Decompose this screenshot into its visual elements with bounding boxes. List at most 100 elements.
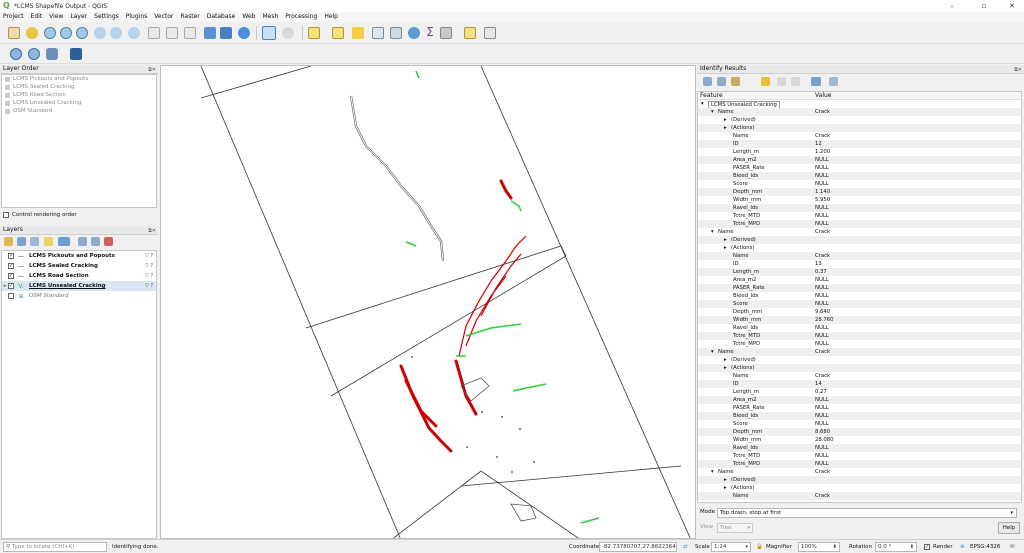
layer-checkbox[interactable] [8,293,14,299]
toolbox-gear-icon[interactable] [408,27,420,39]
filter-legend-icon[interactable] [44,237,53,246]
filter-indicator-icon[interactable]: ▽ ? [145,263,153,269]
attribute-row[interactable]: PASER_Rate NULL [698,284,1021,292]
layer-checkbox[interactable]: ✓ [8,273,14,279]
expand-tree-icon[interactable] [703,77,712,86]
menu-raster[interactable]: Raster [180,12,199,22]
attribute-row[interactable]: Ravel_Ids NULL [698,324,1021,332]
attribute-row[interactable]: Depth_mm 1.140 [698,188,1021,196]
add-group-icon[interactable] [17,237,26,246]
deselect-icon[interactable] [352,27,364,39]
actions-row[interactable]: ▸ (Actions) [698,364,1021,372]
menu-layer[interactable]: Layer [70,12,87,22]
actions-row[interactable]: ▸ (Actions) [698,124,1021,132]
layer-row-osm[interactable]: ⊞ OSM Standard [2,291,156,301]
copy-feature-icon[interactable] [777,77,786,86]
attribute-row[interactable]: Name Crack [698,132,1021,140]
maximize-button[interactable]: ▫ [972,0,996,12]
attribute-row[interactable]: Bleed_Ids NULL [698,172,1021,180]
derived-row[interactable]: ▸ (Derived) [698,356,1021,364]
layer-row-unsealed[interactable]: ▸ ✓ V. LCMS Unsealed Cracking ▽ ? [2,281,156,291]
attribute-row[interactable]: ID 13 [698,260,1021,268]
help-button[interactable]: Help [998,522,1020,534]
menu-plugins[interactable]: Plugins [126,12,148,22]
print-icon[interactable] [791,77,800,86]
panel-float-close-icon[interactable]: ⧉✕ [148,227,156,235]
expand-new-icon[interactable] [731,77,740,86]
map-svg[interactable] [161,66,696,539]
text-annotation-icon[interactable] [484,27,496,39]
attribute-row[interactable]: Name Crack [698,372,1021,380]
feature-row[interactable]: ▾ Name Crack [698,228,1021,236]
layer-row-sealed[interactable]: ✓ — LCMS Sealed Cracking ▽ ? [2,261,156,271]
attribute-row[interactable]: Name Crack [698,492,1021,500]
lock-scale-icon[interactable]: 🔒 [756,540,763,553]
scale-field[interactable]: 1:24 ▾ [711,542,751,552]
attribute-row[interactable]: Tctre_MPD NULL [698,340,1021,348]
column-value-header[interactable]: Value [815,92,831,100]
expand-arrow-icon[interactable]: ▸ [724,124,727,132]
layer-checkbox[interactable]: ✓ [8,253,14,259]
attribute-row[interactable]: Name Crack [698,252,1021,260]
attribute-row[interactable]: Bleed_Ids NULL [698,292,1021,300]
mode-select[interactable]: Top down, stop at first ▾ [717,508,1017,518]
crs-label[interactable]: EPSG:4326 [970,540,1000,553]
attribute-row[interactable]: Tctre_MTD NULL [698,452,1021,460]
list-item[interactable]: LCMS Sealed Cracking [2,83,156,91]
identify-settings-icon[interactable] [829,77,838,86]
filter-indicator-icon[interactable]: ▽ ? [145,273,153,279]
plugin-zoom-b-icon[interactable] [28,48,40,60]
feature-row[interactable]: ▾ Name Crack [698,468,1021,476]
pan-icon[interactable] [8,27,20,39]
plugin-zoom-a-icon[interactable] [10,48,22,60]
attribute-row[interactable]: Score NULL [698,420,1021,428]
menu-web[interactable]: Web [242,12,255,22]
attribute-row[interactable]: Score NULL [698,180,1021,188]
select-by-value-icon[interactable] [332,27,344,39]
magnifier-field[interactable]: 100% ⬍ [798,542,840,552]
menu-edit[interactable]: Edit [31,12,43,22]
attribute-row[interactable]: Tctre_MPD NULL [698,220,1021,228]
filter-indicator-icon[interactable]: ▽ ? [145,283,153,289]
collapse-tree-icon[interactable] [717,77,726,86]
expand-arrow-icon[interactable]: ▸ [724,484,727,492]
panel-float-close-icon[interactable]: ⧉✕ [1014,66,1022,74]
attribute-row[interactable]: Length_m 0.27 [698,388,1021,396]
list-item[interactable]: LCMS Pickouts and Popouts [2,75,156,83]
new-map-view-icon[interactable] [204,27,216,39]
view-select[interactable]: Tree ▾ [717,523,753,533]
attribute-table-icon[interactable] [372,27,384,39]
derived-row[interactable]: ▸ (Derived) [698,476,1021,484]
expand-all-icon[interactable] [78,237,87,246]
zoom-last-icon[interactable] [166,27,178,39]
menu-project[interactable]: Project [3,12,24,22]
measure-line-icon[interactable] [440,27,452,39]
collapse-arrow-icon[interactable]: ▾ [711,228,714,236]
zoom-selection-icon[interactable] [110,27,122,39]
open-styling-icon[interactable] [4,237,13,246]
map-canvas[interactable] [160,65,696,539]
render-checkbox[interactable]: ✓ [924,544,930,550]
statistics-sigma-icon[interactable]: Σ [424,26,436,38]
coordinate-field[interactable]: -82.73780707,27.86223645 [599,542,677,552]
zoom-native-icon[interactable] [148,27,160,39]
feature-row[interactable]: ▾ Name Crack [698,348,1021,356]
messages-icon[interactable]: ✉ [1010,540,1015,553]
attribute-row[interactable]: Length_m 1.200 [698,148,1021,156]
list-item[interactable]: LCMS Unsealed Cracking [2,99,156,107]
menu-view[interactable]: View [49,12,63,22]
attribute-row[interactable]: ID 14 [698,380,1021,388]
layer-result-row[interactable]: ▾ LCMS Unsealed Cracking [698,100,1021,109]
attribute-row[interactable]: Area_m2 NULL [698,276,1021,284]
zoom-out-icon[interactable] [60,27,72,39]
zoom-full-icon[interactable] [94,27,106,39]
derived-row[interactable]: ▸ (Derived) [698,236,1021,244]
menu-settings[interactable]: Settings [94,12,119,22]
attribute-row[interactable]: Area_m2 NULL [698,396,1021,404]
actions-row[interactable]: ▸ (Actions) [698,244,1021,252]
menu-database[interactable]: Database [207,12,236,22]
select-mode-icon[interactable] [811,77,821,86]
layer-checkbox[interactable]: ✓ [8,263,14,269]
attribute-row[interactable]: Width_mm 28.080 [698,436,1021,444]
new-3d-map-icon[interactable] [220,27,232,39]
